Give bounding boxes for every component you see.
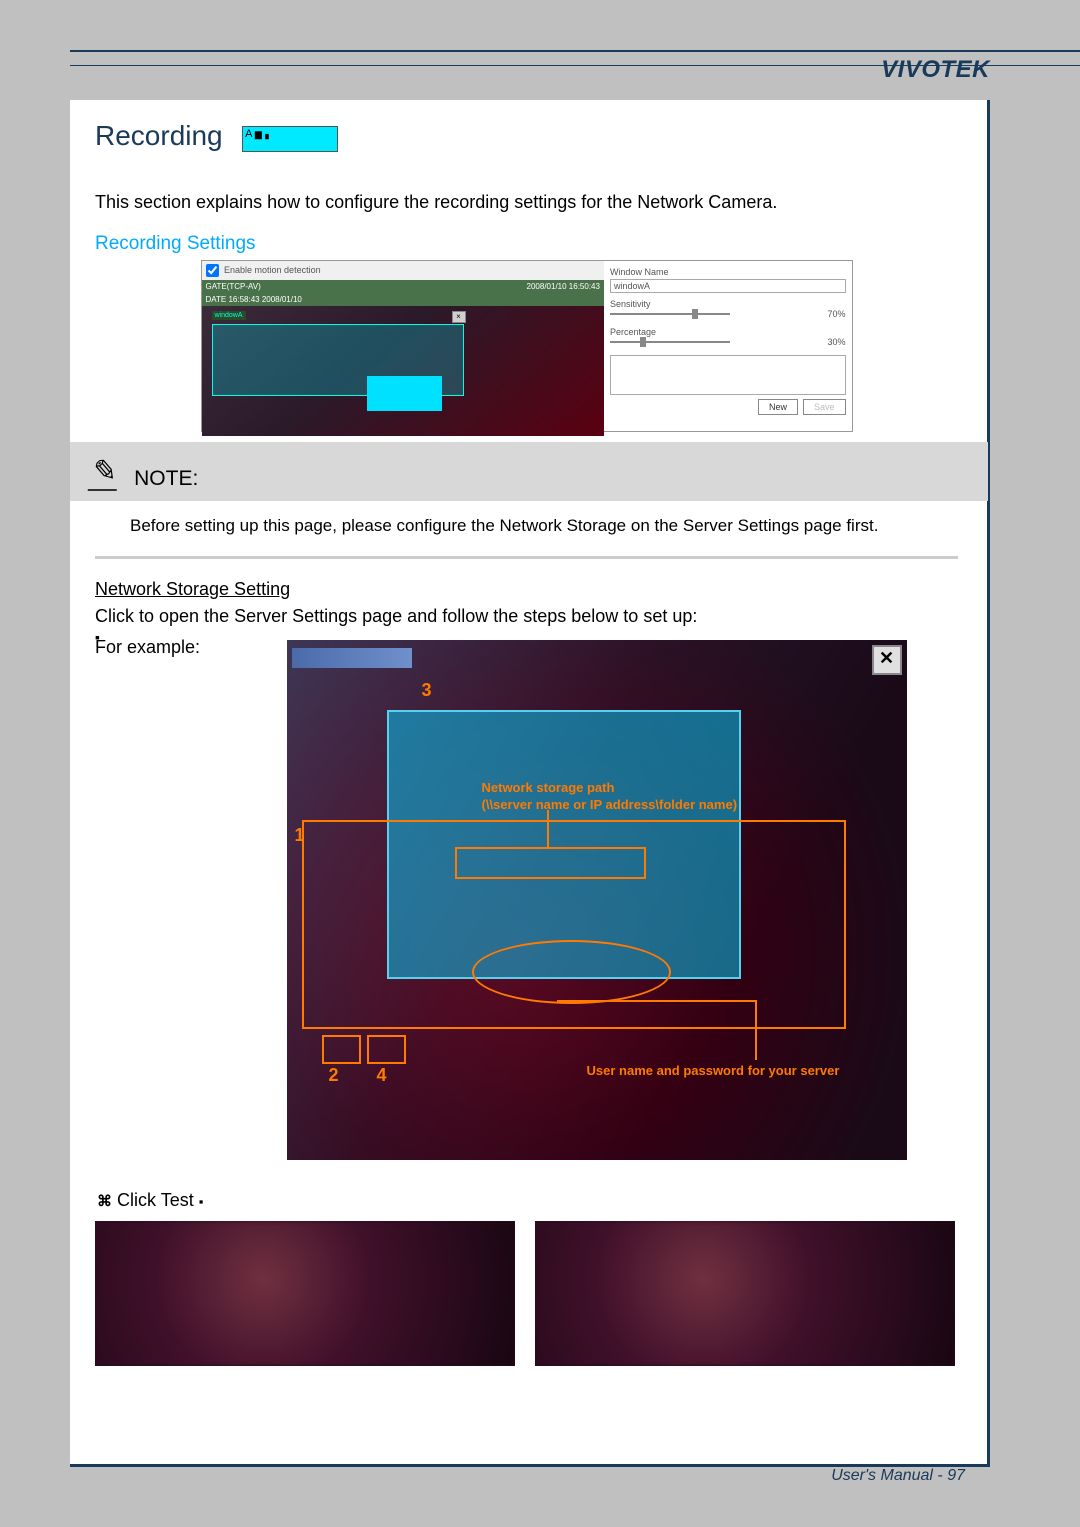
close-icon[interactable]: ✕ xyxy=(872,645,902,675)
motion-detection-panel: Enable motion detection GATE(TCP-AV) 200… xyxy=(201,260,853,432)
page-content: Recording A ▆▗ This section explains how… xyxy=(70,100,990,1467)
window-name-label: Window Name xyxy=(610,267,846,277)
network-storage-diagram: ✕ 1 2 3 4 Network storage path (\\server… xyxy=(287,640,907,1160)
heading-title: Recording xyxy=(95,120,223,152)
callout-line-a xyxy=(547,810,549,848)
result-image-left xyxy=(95,1221,515,1366)
window-tag[interactable]: windowA xyxy=(212,311,246,320)
save-button[interactable]: Save xyxy=(803,399,846,415)
callout-number-2: 2 xyxy=(329,1065,339,1086)
divider xyxy=(95,556,958,559)
example-label: For example: xyxy=(95,635,235,660)
osd-left: GATE(TCP-AV) xyxy=(206,282,261,291)
section-heading: Recording A ▆▗ xyxy=(95,120,958,167)
window-name-input[interactable]: windowA xyxy=(610,279,846,293)
enable-motion-label: Enable motion detection xyxy=(224,265,321,275)
callout-line-b2 xyxy=(755,1000,757,1060)
note-text: Before setting up this page, please conf… xyxy=(130,516,958,536)
heading-badge: A ▆▗ xyxy=(242,126,338,152)
osd-right: 2008/01/10 16:50:43 xyxy=(527,282,600,291)
note-icon: ✎ xyxy=(88,457,122,491)
sensitivity-label: Sensitivity xyxy=(610,299,846,309)
callout-box-2 xyxy=(322,1035,361,1064)
intro-text: This section explains how to configure t… xyxy=(95,192,958,213)
network-storage-heading: Network Storage Setting xyxy=(95,579,958,600)
result-image-right xyxy=(535,1221,955,1366)
callout-label-path: Network storage path (\\server name or I… xyxy=(482,780,782,814)
percentage-value: 30% xyxy=(827,337,845,347)
callout-oval xyxy=(472,940,671,1004)
sensitivity-value: 70% xyxy=(827,309,845,319)
heading-badge-label: A xyxy=(245,128,252,140)
percentage-slider[interactable] xyxy=(610,341,730,343)
sensitivity-slider[interactable] xyxy=(610,313,730,315)
osd-date: DATE 16:58:43 2008/01/10 xyxy=(206,295,302,304)
note-block: ✎ NOTE: xyxy=(70,442,988,501)
new-button[interactable]: New xyxy=(758,399,798,415)
dialog-titlebar xyxy=(292,648,412,668)
callout-number-3: 3 xyxy=(422,680,432,701)
test-instruction: ⌘ Click Test ▪ xyxy=(97,1190,956,1211)
callout-number-4: 4 xyxy=(377,1065,387,1086)
enable-motion-checkbox[interactable] xyxy=(206,264,219,277)
window-close-icon[interactable]: × xyxy=(452,311,466,323)
subheading: Recording Settings xyxy=(95,233,958,255)
callout-box-path-field xyxy=(455,847,646,879)
note-label: NOTE: xyxy=(134,467,198,491)
callout-box-4 xyxy=(367,1035,406,1064)
brand-logo: VIVOTEK xyxy=(881,56,990,84)
mini-selection xyxy=(367,376,442,411)
percentage-label: Percentage xyxy=(610,327,846,337)
page-footer: User's Manual - 97 xyxy=(831,1467,965,1485)
callout-number-1: 1 xyxy=(295,825,305,846)
result-screenshots xyxy=(95,1221,958,1366)
window-list[interactable] xyxy=(610,355,846,395)
callout-label-user: User name and password for your server xyxy=(587,1063,867,1078)
callout-line-b1 xyxy=(557,1000,757,1002)
network-storage-text: Click to open the Server Settings page a… xyxy=(95,604,958,629)
video-preview: windowA × xyxy=(202,306,604,436)
